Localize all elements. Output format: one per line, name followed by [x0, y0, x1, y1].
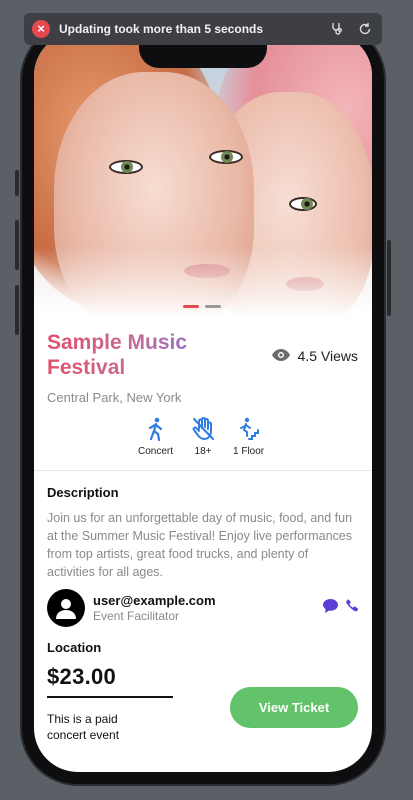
- reload-icon[interactable]: [356, 20, 374, 38]
- stethoscope-icon[interactable]: [328, 20, 346, 38]
- side-button-action: [15, 170, 19, 196]
- side-button-power: [387, 240, 391, 316]
- price-note: This is a paid concert event: [47, 712, 120, 742]
- location-heading: Location: [47, 640, 102, 655]
- hero-image[interactable]: [34, 32, 372, 317]
- stairs-icon: [237, 416, 261, 442]
- chat-icon[interactable]: [323, 598, 338, 618]
- host-card: user@example.com Event Facilitator: [47, 587, 359, 629]
- update-banner: × Updating took more than 5 seconds: [24, 13, 382, 45]
- phone-icon[interactable]: [346, 599, 359, 617]
- hero-eye: [289, 197, 317, 211]
- hero-eye: [209, 150, 243, 164]
- feature-concert: Concert: [138, 416, 173, 457]
- feature-label: 18+: [194, 446, 212, 457]
- feature-label: Concert: [138, 446, 174, 457]
- ticket-price: $23.00: [47, 664, 117, 689]
- host-email: user@example.com: [93, 593, 216, 608]
- feature-age: 18+: [191, 416, 215, 457]
- carousel-dot[interactable]: [205, 305, 221, 308]
- carousel-dot-active[interactable]: [183, 305, 199, 308]
- feature-list: Concert 18+ 1 Floor: [138, 416, 264, 457]
- description-heading: Description: [47, 485, 119, 500]
- feature-label: 1 Floor: [233, 446, 265, 457]
- carousel-indicator[interactable]: [183, 305, 221, 308]
- price-underline: [47, 696, 173, 698]
- feature-floor: 1 Floor: [233, 416, 264, 457]
- hero-eye: [109, 160, 143, 174]
- host-actions: [323, 598, 359, 618]
- eye-icon: [271, 348, 290, 364]
- avatar[interactable]: [47, 589, 85, 627]
- no-hand-icon: [191, 416, 215, 442]
- side-button-volume-up: [15, 220, 19, 270]
- views-label: 4.5 Views: [297, 348, 358, 364]
- views-counter: 4.5 Views: [271, 348, 358, 364]
- app-screen: Sample Music Festival 4.5 Views Central …: [34, 32, 372, 772]
- side-button-volume-down: [15, 285, 19, 335]
- divider: [34, 470, 372, 471]
- event-title: Sample Music Festival: [47, 330, 227, 380]
- view-ticket-button[interactable]: View Ticket: [230, 687, 358, 728]
- description-text: Join us for an unforgettable day of musi…: [47, 511, 353, 579]
- host-info: user@example.com Event Facilitator: [93, 593, 323, 623]
- banner-message: Updating took more than 5 seconds: [59, 22, 264, 36]
- host-role: Event Facilitator: [93, 609, 180, 623]
- event-location: Central Park, New York: [47, 390, 182, 405]
- person-walking-icon: [144, 416, 168, 442]
- error-icon: ×: [32, 20, 50, 38]
